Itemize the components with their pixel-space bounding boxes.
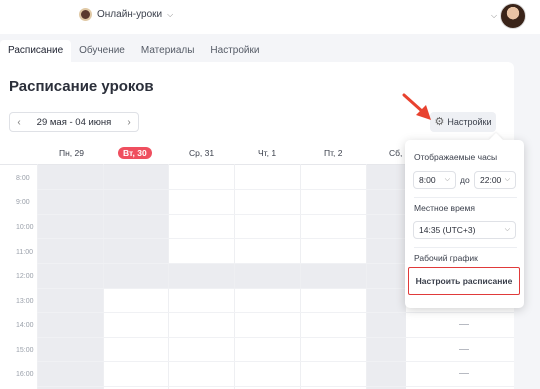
chevron-down-icon[interactable]: ⌵ [491,11,497,21]
time-label: 14:00 [16,322,34,329]
hours-to-value: 22:00 [480,175,502,185]
chevron-down-icon: ⌵ [167,9,174,19]
empty-slot-marker [459,324,469,325]
avatar[interactable] [500,3,526,29]
hours-to-select[interactable]: 22:00 ⌵ [474,171,516,189]
day-header[interactable]: Пт, 2 [324,148,343,158]
local-time-select[interactable]: 14:35 (UTC+3) ⌵ [413,221,516,239]
tab-learning[interactable]: Обучение [71,40,133,62]
displayed-hours-label: Отображаемые часы [414,152,498,162]
day-header[interactable]: Ср, 31 [189,148,214,158]
time-label: 8:00 [16,175,30,182]
settings-button[interactable]: ⚙ Настройки [430,112,496,132]
date-range-label: 29 мая - 04 июня [36,116,112,128]
grid-line [103,164,104,389]
settings-dropdown: Отображаемые часы 8:00 ⌵ до 22:00 ⌵ Мест… [405,132,524,308]
unavailable-slot [366,165,406,389]
grid-line [37,312,514,313]
grid-line [234,164,235,389]
brand-switcher[interactable]: Онлайн-уроки ⌵ [79,8,173,21]
divider [414,197,517,198]
grid-line [37,337,514,338]
arrow-icon [402,93,431,120]
day-header[interactable]: Чт, 1 [258,148,276,158]
time-label: 11:00 [16,249,33,256]
grid-line [366,164,367,389]
configure-schedule-button[interactable]: Настроить расписание [408,267,520,295]
time-label: 13:00 [16,298,34,305]
unavailable-slot [37,288,103,389]
grid-line [300,164,301,389]
local-time-label: Местное время [414,203,475,213]
brand-name: Онлайн-уроки [97,9,163,20]
grid-line [168,164,169,389]
time-label: 15:00 [16,347,34,354]
day-header-today[interactable]: Вт, 30 [118,147,152,159]
work-schedule-label: Рабочий график [414,253,478,263]
grid-line [37,164,38,389]
day-header[interactable]: Пн, 29 [59,148,84,158]
chevron-right-icon[interactable]: › [120,117,138,128]
time-label: 10:00 [16,224,34,231]
hours-from-select[interactable]: 8:00 ⌵ [413,171,456,189]
empty-slot-marker [459,373,469,374]
grid-line [37,361,514,362]
tab-materials[interactable]: Материалы [133,40,203,62]
divider [414,247,517,248]
brand-logo [79,8,92,21]
local-time-value: 14:35 (UTC+3) [419,225,476,235]
to-label: до [460,175,470,185]
time-label: 16:00 [16,371,34,378]
gear-icon: ⚙ [434,115,445,128]
hours-from-value: 8:00 [419,175,436,185]
date-range-picker: ‹ 29 мая - 04 июня › [9,112,139,132]
empty-slot-marker [459,349,469,350]
page-title: Расписание уроков [9,78,154,95]
tab-bar: Расписание Обучение Материалы Настройки [0,40,267,62]
chevron-down-icon: ⌵ [444,176,450,183]
tab-schedule[interactable]: Расписание [0,40,72,62]
settings-button-label: Настройки [447,117,492,127]
chevron-down-icon: ⌵ [504,176,510,183]
time-label: 12:00 [16,273,34,280]
configure-schedule-label: Настроить расписание [415,276,513,286]
tab-settings[interactable]: Настройки [202,40,267,62]
grid-line [37,386,514,387]
chevron-down-icon: ⌵ [504,226,510,233]
chevron-left-icon[interactable]: ‹ [10,117,28,128]
time-label: 9:00 [16,199,30,206]
top-bar: Онлайн-уроки ⌵ ⌵ [0,0,540,34]
